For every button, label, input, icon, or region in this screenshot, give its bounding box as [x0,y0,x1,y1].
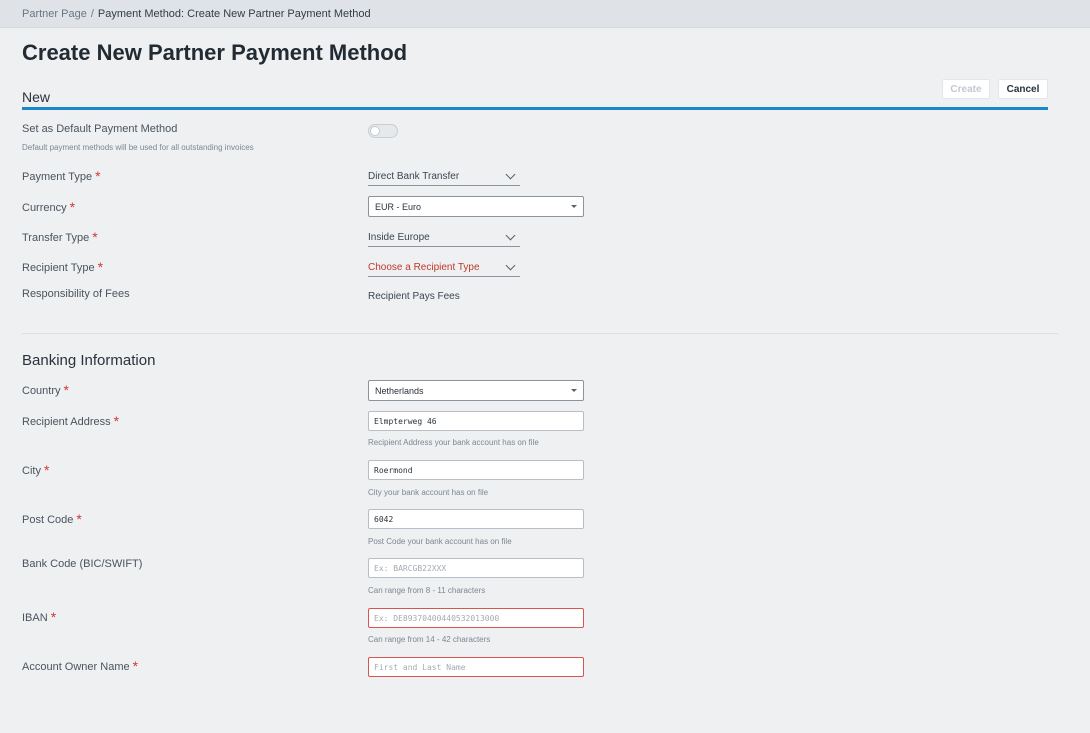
payment-type-value: Direct Bank Transfer [368,171,460,182]
breadcrumb-separator: / [90,7,94,20]
city-label-text: City [22,465,41,477]
recipient-type-placeholder: Choose a Recipient Type [368,262,480,273]
caret-down-icon [571,205,577,208]
bank-code-help: Can range from 8 - 11 characters [368,586,486,595]
fees-value: Recipient Pays Fees [368,291,460,302]
account-owner-input[interactable] [368,657,584,677]
default-payment-toggle[interactable] [368,124,398,138]
default-payment-label: Set as Default Payment Method [22,123,178,135]
city-label: City * [22,461,50,478]
currency-value: EUR - Euro [375,201,422,212]
fees-label: Responsibility of Fees [22,288,130,300]
required-marker: * [63,382,69,398]
post-code-label-text: Post Code [22,514,74,526]
page-title: Create New Partner Payment Method [22,40,408,65]
payment-type-label-text: Payment Type [22,171,93,183]
country-value: Netherlands [375,385,424,396]
cancel-button[interactable]: Cancel [998,79,1048,99]
iban-label: IBAN * [22,608,57,625]
post-code-label: Post Code * [22,510,82,527]
recipient-address-label: Recipient Address * [22,412,120,429]
required-marker: * [69,199,76,215]
country-label-text: Country [22,385,61,397]
required-marker: * [97,259,104,275]
post-code-input[interactable] [368,509,584,529]
tab-underline [22,107,1048,110]
country-select[interactable]: Netherlands [368,380,584,401]
city-input[interactable] [368,460,584,480]
iban-input[interactable] [368,608,584,628]
city-help: City your bank account has on file [368,488,489,497]
recipient-address-input[interactable] [368,411,584,431]
country-label: Country * [22,381,69,398]
currency-label-text: Currency [22,202,67,214]
currency-label: Currency * [22,198,76,215]
transfer-type-label: Transfer Type * [22,228,98,245]
required-marker: * [132,658,139,674]
recipient-address-label-text: Recipient Address [22,416,111,428]
transfer-type-value: Inside Europe [368,232,430,243]
recipient-type-label: Recipient Type * [22,258,104,275]
recipient-address-help: Recipient Address your bank account has … [368,438,539,447]
breadcrumb-partner-page-link[interactable]: Partner Page [22,8,87,20]
required-marker: * [76,511,82,527]
account-owner-label: Account Owner Name * [22,657,139,674]
section-divider [22,333,1058,334]
transfer-type-select[interactable]: Inside Europe [368,229,520,247]
recipient-type-select[interactable]: Choose a Recipient Type [368,259,520,277]
create-button[interactable]: Create [942,79,990,99]
required-marker: * [50,609,57,625]
required-marker: * [95,168,101,184]
toggle-knob [370,126,380,136]
default-payment-sublabel: Default payment methods will be used for… [22,143,254,152]
account-owner-label-text: Account Owner Name [22,661,130,673]
required-marker: * [43,462,50,478]
tab-new[interactable]: New [22,89,50,105]
caret-down-icon [571,389,577,392]
required-marker: * [92,229,98,245]
chevron-down-icon [505,230,516,241]
currency-select[interactable]: EUR - Euro [368,196,584,217]
bank-code-label: Bank Code (BIC/SWIFT) [22,558,143,570]
banking-info-heading: Banking Information [22,352,156,369]
iban-help: Can range from 14 - 42 characters [368,635,491,644]
bank-code-input[interactable] [368,558,584,578]
iban-label-text: IBAN [22,612,48,624]
payment-type-label: Payment Type * [22,167,101,184]
transfer-type-label-text: Transfer Type [22,232,90,244]
required-marker: * [113,413,120,429]
breadcrumb: Partner Page / Payment Method: Create Ne… [0,0,1090,28]
recipient-type-label-text: Recipient Type [22,262,95,274]
chevron-down-icon [505,169,516,180]
chevron-down-icon [505,260,516,271]
breadcrumb-current: Payment Method: Create New Partner Payme… [97,7,371,20]
payment-type-select[interactable]: Direct Bank Transfer [368,168,520,186]
post-code-help: Post Code your bank account has on file [368,537,512,546]
